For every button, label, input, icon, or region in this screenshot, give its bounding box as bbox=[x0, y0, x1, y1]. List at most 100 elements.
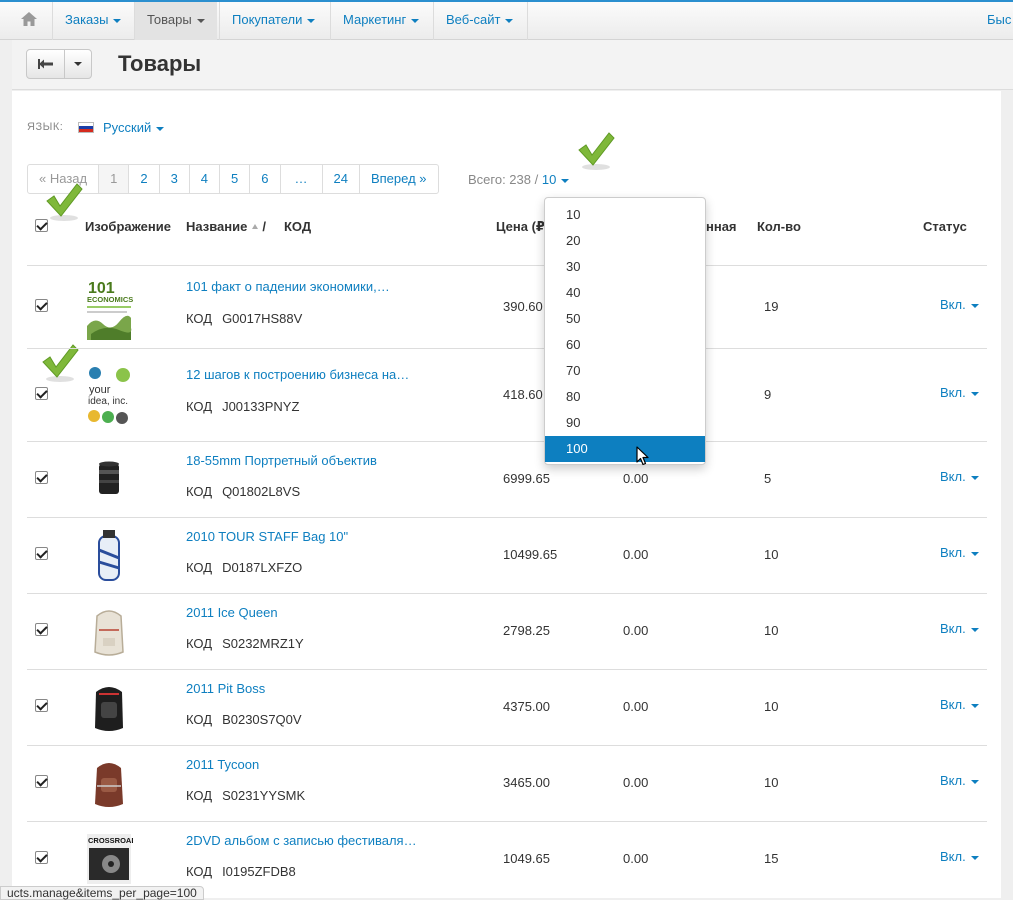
row-checkbox[interactable] bbox=[35, 851, 48, 864]
product-price[interactable]: 3465.00 bbox=[503, 775, 550, 790]
select-all-checkbox[interactable] bbox=[35, 219, 48, 232]
pagination-ellipsis[interactable]: … bbox=[281, 165, 323, 193]
nav-website[interactable]: Веб-сайт bbox=[434, 2, 525, 40]
status-select[interactable]: Вкл. bbox=[940, 385, 979, 400]
row-checkbox[interactable] bbox=[35, 387, 48, 400]
product-name-link[interactable]: 2011 Tycoon bbox=[186, 757, 259, 772]
product-name-link[interactable]: 2011 Pit Boss bbox=[186, 681, 265, 696]
product-price[interactable]: 390.60 bbox=[503, 299, 543, 314]
language-select[interactable]: Русский bbox=[103, 120, 165, 135]
per-page-option-selected[interactable]: 100 bbox=[545, 436, 705, 462]
pagination-page[interactable]: 5 bbox=[220, 165, 251, 193]
product-name-link[interactable]: 101 факт о падении экономики,… bbox=[186, 279, 390, 294]
chevron-down-icon bbox=[561, 178, 570, 183]
status-select[interactable]: Вкл. bbox=[940, 297, 979, 312]
column-header-list-price[interactable]: нная bbox=[706, 219, 737, 234]
pagination-page[interactable]: 3 bbox=[160, 165, 190, 193]
product-qty[interactable]: 9 bbox=[764, 387, 771, 402]
product-price[interactable]: 1049.65 bbox=[503, 851, 550, 866]
pagination-page[interactable]: 24 bbox=[323, 165, 360, 193]
product-thumbnail[interactable]: CROSSROADS bbox=[85, 834, 142, 884]
product-thumbnail[interactable]: 101 ECONOMICS bbox=[85, 278, 133, 340]
back-button[interactable] bbox=[27, 50, 65, 78]
product-name-link[interactable]: 12 шагов к построению бизнеса на… bbox=[186, 367, 409, 382]
status-select[interactable]: Вкл. bbox=[940, 621, 979, 636]
row-checkbox[interactable] bbox=[35, 623, 48, 636]
product-thumbnail[interactable] bbox=[85, 458, 133, 502]
per-page-option[interactable]: 90 bbox=[545, 410, 705, 436]
svg-text:ECONOMICS: ECONOMICS bbox=[87, 295, 133, 304]
pagination-next[interactable]: Вперед » bbox=[360, 165, 438, 193]
per-page-option[interactable]: 40 bbox=[545, 280, 705, 306]
nav-customers[interactable]: Покупатели bbox=[220, 2, 327, 40]
product-name-link[interactable]: 2010 TOUR STAFF Bag 10" bbox=[186, 529, 348, 544]
product-list-price[interactable]: 0.00 bbox=[623, 547, 648, 562]
product-name-link[interactable]: 2DVD альбом с записью фестиваля… bbox=[186, 833, 417, 848]
product-thumbnail[interactable] bbox=[85, 528, 133, 584]
column-header-code[interactable]: КОД bbox=[284, 219, 311, 234]
product-qty[interactable]: 10 bbox=[764, 547, 778, 562]
status-select[interactable]: Вкл. bbox=[940, 469, 979, 484]
row-checkbox[interactable] bbox=[35, 699, 48, 712]
product-name-link[interactable]: 18-55mm Портретный объектив bbox=[186, 453, 377, 468]
chevron-down-icon bbox=[970, 475, 979, 480]
chevron-down-icon bbox=[970, 391, 979, 396]
column-header-price[interactable]: Цена (₽ bbox=[496, 219, 545, 235]
pagination-page[interactable]: 6 bbox=[250, 165, 281, 193]
pagination-page[interactable]: 2 bbox=[129, 165, 160, 193]
home-button[interactable] bbox=[12, 10, 46, 32]
product-qty[interactable]: 10 bbox=[764, 623, 778, 638]
column-header-status[interactable]: Статус bbox=[923, 219, 967, 234]
table-row: 2011 Ice Queen КОД S0232MRZ1Y 2798.25 0.0… bbox=[27, 594, 987, 670]
per-page-option[interactable]: 10 bbox=[545, 202, 705, 228]
product-price[interactable]: 10499.65 bbox=[503, 547, 557, 562]
status-select[interactable]: Вкл. bbox=[940, 849, 979, 864]
product-qty[interactable]: 15 bbox=[764, 851, 778, 866]
product-list-price[interactable]: 0.00 bbox=[623, 471, 648, 486]
row-checkbox[interactable] bbox=[35, 775, 48, 788]
product-thumbnail[interactable] bbox=[85, 680, 133, 736]
product-name-link[interactable]: 2011 Ice Queen bbox=[186, 605, 278, 620]
nav-quick-menu[interactable]: Быс bbox=[987, 2, 1013, 40]
chevron-down-icon bbox=[970, 551, 979, 556]
row-checkbox[interactable] bbox=[35, 471, 48, 484]
product-qty[interactable]: 5 bbox=[764, 471, 771, 486]
per-page-option[interactable]: 60 bbox=[545, 332, 705, 358]
product-qty[interactable]: 10 bbox=[764, 699, 778, 714]
column-header-qty[interactable]: Кол-во bbox=[757, 219, 801, 234]
pagination-page[interactable]: 1 bbox=[99, 165, 130, 193]
product-qty[interactable]: 19 bbox=[764, 299, 778, 314]
row-checkbox[interactable] bbox=[35, 299, 48, 312]
pagination-page[interactable]: 4 bbox=[190, 165, 221, 193]
product-list-price[interactable]: 0.00 bbox=[623, 699, 648, 714]
product-price[interactable]: 418.60 bbox=[503, 387, 543, 402]
status-select[interactable]: Вкл. bbox=[940, 773, 979, 788]
per-page-option[interactable]: 70 bbox=[545, 358, 705, 384]
per-page-select[interactable]: 10 bbox=[542, 172, 570, 187]
product-thumbnail[interactable] bbox=[85, 604, 133, 660]
nav-orders[interactable]: Заказы bbox=[53, 2, 133, 40]
nav-products[interactable]: Товары bbox=[135, 2, 217, 40]
per-page-option[interactable]: 30 bbox=[545, 254, 705, 280]
per-page-option[interactable]: 80 bbox=[545, 384, 705, 410]
per-page-option[interactable]: 20 bbox=[545, 228, 705, 254]
product-list-price[interactable]: 0.00 bbox=[623, 623, 648, 638]
per-page-option[interactable]: 50 bbox=[545, 306, 705, 332]
svg-text:CROSSROADS: CROSSROADS bbox=[88, 836, 133, 845]
status-select[interactable]: Вкл. bbox=[940, 545, 979, 560]
product-list-price[interactable]: 0.00 bbox=[623, 851, 648, 866]
back-dropdown-button[interactable] bbox=[65, 50, 91, 78]
product-price[interactable]: 2798.25 bbox=[503, 623, 550, 638]
product-code: КОД D0187LXFZO bbox=[186, 560, 303, 575]
column-header-name[interactable]: Название / bbox=[186, 219, 266, 234]
product-thumbnail[interactable]: your idea, inc. bbox=[85, 361, 133, 429]
product-list-price[interactable]: 0.00 bbox=[623, 775, 648, 790]
nav-marketing[interactable]: Маркетинг bbox=[331, 2, 431, 40]
product-price[interactable]: 4375.00 bbox=[503, 699, 550, 714]
product-qty[interactable]: 10 bbox=[764, 775, 778, 790]
product-thumbnail[interactable] bbox=[85, 756, 133, 812]
product-code: КОД J00133PNYZ bbox=[186, 399, 300, 414]
status-select[interactable]: Вкл. bbox=[940, 697, 979, 712]
product-price[interactable]: 6999.65 bbox=[503, 471, 550, 486]
row-checkbox[interactable] bbox=[35, 547, 48, 560]
